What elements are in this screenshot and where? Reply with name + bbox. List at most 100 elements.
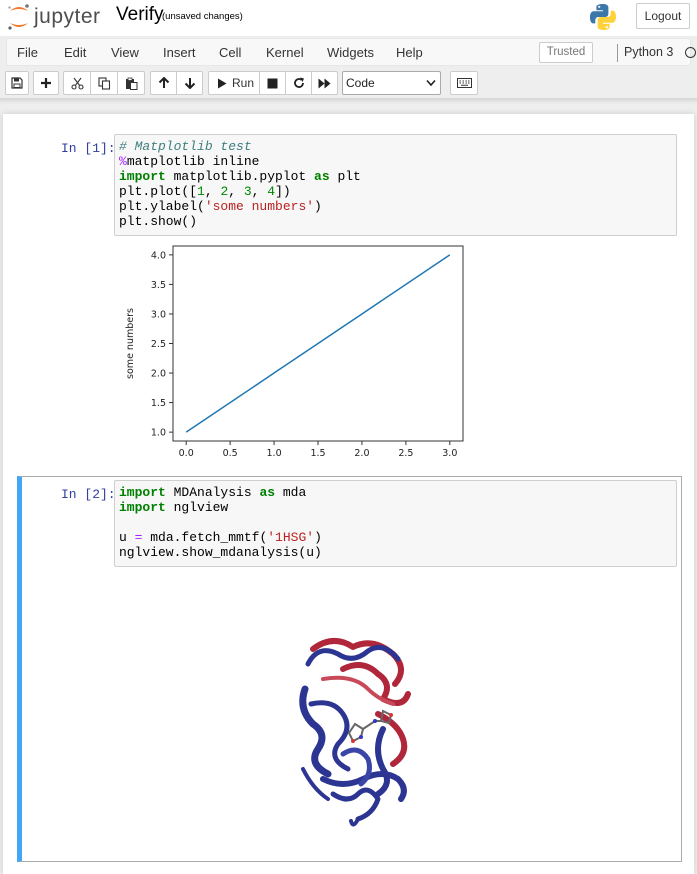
code-token: '1HSG' — [267, 530, 315, 545]
code-token: ) — [314, 199, 322, 214]
trusted-indicator[interactable]: Trusted — [539, 42, 593, 63]
menu-file[interactable]: File — [17, 45, 38, 60]
code-token: 1 — [197, 184, 205, 199]
play-icon — [218, 78, 227, 88]
menu-kernel[interactable]: Kernel — [266, 45, 304, 60]
copy-icon — [97, 76, 110, 90]
save-icon — [11, 77, 23, 89]
restart-icon — [293, 77, 304, 88]
plot-ylabel: some numbers — [125, 308, 136, 379]
menu-cell[interactable]: Cell — [219, 45, 241, 60]
keyboard-icon — [456, 78, 472, 88]
plot-ytick-label: 2.0 — [151, 369, 166, 380]
code-token: u — [119, 530, 135, 545]
copy-button[interactable] — [90, 71, 118, 95]
code-token: matplotlib.pyplot — [165, 169, 315, 184]
paste-icon — [125, 77, 137, 90]
code-token: as — [259, 485, 276, 500]
cell-2-prompt: In [2]: — [61, 487, 116, 502]
cut-icon — [70, 77, 84, 90]
code-token: MDAnalysis — [165, 485, 260, 500]
cell-type-value: Code — [346, 76, 375, 90]
code-token: plt.ylabel( — [119, 199, 205, 214]
logout-button[interactable]: Logout — [636, 3, 690, 29]
kernel-separator — [617, 44, 618, 62]
kernel-idle-icon — [685, 47, 696, 58]
run-label: Run — [232, 76, 255, 90]
cell-1-prompt: In [1]: — [61, 141, 116, 156]
nglview-protein-viewer[interactable] — [283, 629, 423, 829]
cell-1-output-plot: 0.0 0.5 1.0 1.5 2.0 2.5 3.0 1.0 1.5 2.0 2.5 3.0 3.5… — [125, 245, 464, 459]
plot-ytick-label: 1.0 — [151, 428, 166, 439]
python-logo-icon — [590, 4, 616, 30]
menu-insert[interactable]: Insert — [163, 45, 196, 60]
notebook-container: In [1]: # Matplotlib test %matplotlib inl… — [3, 114, 694, 874]
code-line: import nglview — [119, 500, 672, 515]
code-token: ) — [314, 530, 322, 545]
code-token: nglview — [165, 500, 229, 515]
arrow-up-icon — [158, 77, 169, 88]
arrow-down-icon — [184, 78, 195, 89]
paste-button[interactable] — [117, 71, 145, 95]
run-button[interactable]: Run — [208, 71, 260, 95]
menubar: File Edit View Insert Cell Kernel Widget… — [6, 38, 696, 66]
cell-2-code-editor[interactable]: import MDAnalysis as mda import nglview u … — [114, 480, 677, 567]
notebook-name[interactable]: Verify — [116, 4, 164, 26]
code-token: % — [119, 154, 127, 169]
interrupt-button[interactable] — [259, 71, 286, 95]
code-token: as — [314, 169, 330, 184]
menu-widgets[interactable]: Widgets — [327, 45, 374, 60]
code-token: plt.plot([ — [119, 184, 198, 199]
kernel-name: Python 3 — [624, 45, 674, 59]
code-line: plt.show() — [119, 214, 672, 229]
move-up-button[interactable] — [150, 71, 177, 95]
cell-1-code-editor[interactable]: # Matplotlib test %matplotlib inline impor… — [114, 134, 677, 236]
insert-cell-button[interactable] — [33, 71, 59, 95]
header: jupyter Verify (unsaved changes) Logout — [0, 0, 697, 36]
code-token: 'some numbers' — [204, 199, 315, 214]
plus-icon — [41, 78, 51, 88]
restart-button[interactable] — [285, 71, 312, 95]
plot-xtick-label: 2.0 — [354, 448, 369, 459]
menu-view[interactable]: View — [111, 45, 139, 60]
code-token: , — [204, 184, 221, 199]
plot-ytick-label: 3.0 — [151, 309, 166, 320]
plot-ytick-label: 4.0 — [151, 250, 166, 261]
code-token: plt.show() — [119, 214, 198, 229]
code-line: %matplotlib inline — [119, 154, 672, 169]
code-token: plt — [329, 169, 361, 184]
code-token: import — [119, 500, 166, 515]
cut-button[interactable] — [63, 71, 91, 95]
code-line: nglview.show_mdanalysis(u) — [119, 545, 672, 560]
code-token: mda.fetch_mmtf( — [142, 530, 268, 545]
plot-xtick-label: 0.5 — [223, 448, 238, 459]
plot-xtick-label: 3.0 — [442, 448, 457, 459]
cell-type-select[interactable]: Code — [342, 71, 441, 95]
toolbar: Run Code — [0, 69, 697, 99]
jupyter-logo[interactable]: jupyter — [6, 2, 106, 32]
code-line: import MDAnalysis as mda — [119, 485, 672, 500]
header-shadow — [0, 98, 697, 104]
fast-forward-icon — [318, 78, 331, 88]
code-token: mda — [275, 485, 307, 500]
move-down-button[interactable] — [176, 71, 203, 95]
command-palette-button[interactable] — [450, 71, 478, 95]
menu-edit[interactable]: Edit — [64, 45, 86, 60]
autosave-status: (unsaved changes) — [162, 11, 243, 22]
plot-xtick-label: 0.0 — [179, 448, 194, 459]
code-token: 3 — [243, 184, 252, 199]
code-line: plt.plot([1, 2, 3, 4]) — [119, 184, 672, 199]
code-line: plt.ylabel('some numbers') — [119, 199, 672, 214]
jupyter-logo-icon — [8, 4, 29, 30]
code-token: import — [119, 169, 166, 184]
code-token: nglview.show_mdanalysis(u) — [119, 545, 322, 560]
restart-run-all-button[interactable] — [311, 71, 338, 95]
code-token: , — [228, 184, 244, 199]
code-line: u = mda.fetch_mmtf('1HSG') — [119, 530, 672, 545]
plot-xtick-label: 1.5 — [310, 448, 325, 459]
save-button[interactable] — [5, 71, 29, 95]
chevron-down-icon — [426, 79, 436, 87]
stop-icon — [267, 78, 278, 88]
plot-ytick-label: 2.5 — [151, 339, 166, 350]
menu-help[interactable]: Help — [396, 45, 423, 60]
